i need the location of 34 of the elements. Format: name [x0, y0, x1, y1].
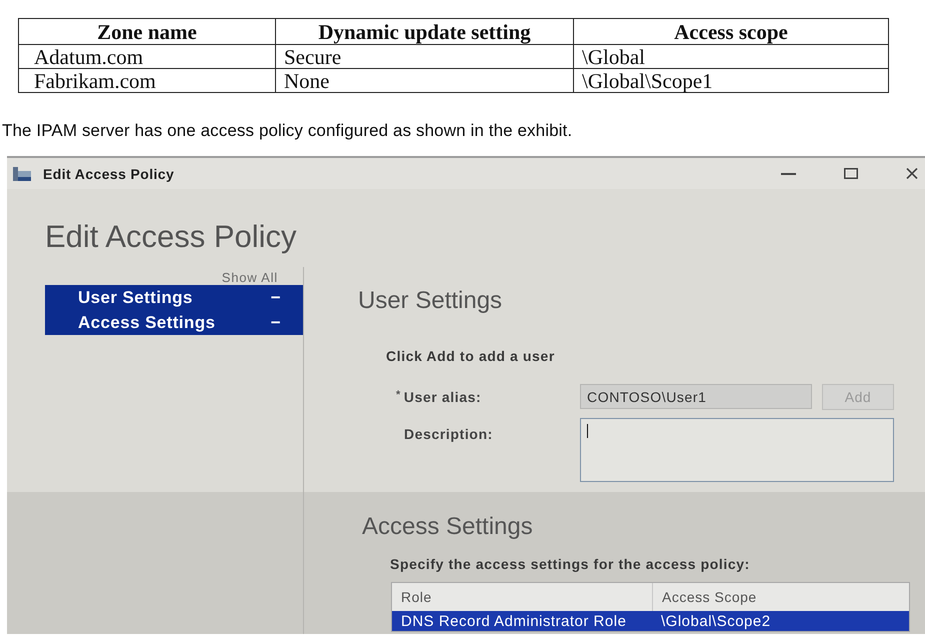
table-cell-text: DNS Record Administrator Role — [400, 612, 628, 631]
minimize-icon[interactable] — [781, 172, 796, 174]
required-mark: * — [396, 389, 401, 401]
collapse-toggle[interactable]: − — [270, 312, 281, 332]
text-field[interactable]: CONTOSO\User1 — [580, 384, 812, 409]
instruction-text: Click Add to add a user — [386, 348, 555, 364]
table-cell: Secure — [276, 44, 574, 68]
table-cell: Adatum.com — [18, 44, 276, 68]
close-icon[interactable] — [906, 168, 918, 179]
dialog-heading: Edit Access Policy — [45, 220, 297, 254]
field-label: User alias: — [404, 389, 482, 405]
column-header: Zone name — [18, 18, 276, 44]
maximize-icon[interactable] — [844, 168, 858, 179]
window-title: Edit Access Policy — [43, 166, 174, 182]
instruction-text: Specify the access settings for the access policy: — [390, 556, 750, 572]
collapse-toggle[interactable]: − — [270, 288, 281, 308]
text-cursor-icon — [587, 424, 588, 438]
intro-text: The IPAM server has one access policy configured as shown in the exhibit. — [2, 121, 572, 140]
section-heading: User Settings — [358, 288, 502, 314]
column-header: Dynamic update setting — [276, 18, 574, 44]
section-heading: Access Settings — [362, 514, 533, 540]
column-header: Access scope — [574, 18, 888, 44]
table-cell-text: \Global\Scope2 — [660, 612, 772, 631]
app-icon — [13, 166, 31, 180]
table-cell: None — [276, 68, 574, 92]
table-cell: \Global\Scope1 — [574, 68, 888, 92]
table-cell: \Global — [574, 44, 888, 68]
column-header[interactable]: Role — [392, 583, 652, 611]
nav-item[interactable]: User Settings − — [45, 285, 303, 310]
field-label: Description: — [404, 426, 493, 442]
table-cell: Fabrikam.com — [18, 68, 276, 92]
show-all-link[interactable]: Show All — [222, 270, 278, 285]
nav-item[interactable]: Access Settings − — [45, 310, 303, 335]
table-row[interactable]: DNS Record Administrator Role \Global\Scope2 — [392, 611, 909, 631]
